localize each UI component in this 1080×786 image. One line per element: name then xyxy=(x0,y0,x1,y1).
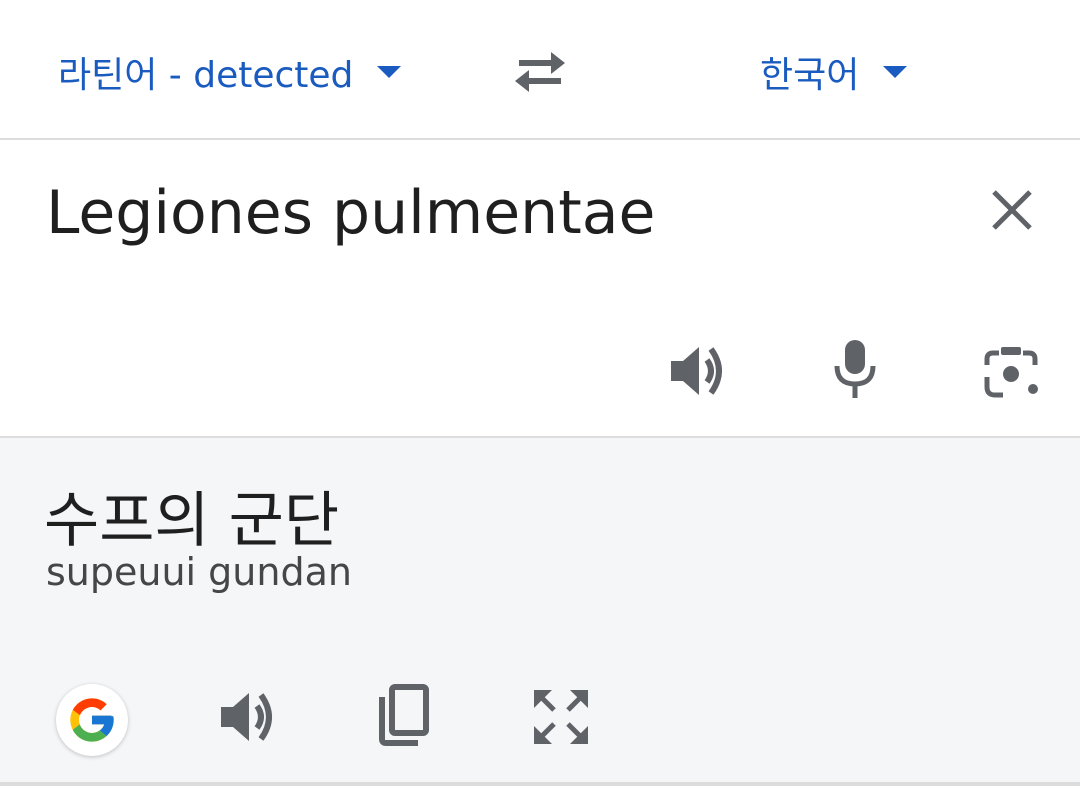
fullscreen-icon xyxy=(534,690,588,744)
language-bar: 라틴어 - detected 한국어 xyxy=(0,0,1080,138)
camera-icon xyxy=(984,347,1038,398)
google-search-button[interactable] xyxy=(56,684,128,756)
fullscreen-button[interactable] xyxy=(528,684,594,750)
translation-text: 수프의 군단 xyxy=(44,486,340,556)
source-text-input[interactable]: Legiones pulmentae xyxy=(46,178,655,248)
listen-translation-button[interactable] xyxy=(214,684,280,750)
listen-source-button[interactable] xyxy=(664,338,730,404)
caret-down-icon xyxy=(377,66,402,78)
close-icon xyxy=(992,190,1032,230)
target-language-label: 한국어 xyxy=(760,55,860,96)
source-language-selector[interactable]: 라틴어 - detected xyxy=(58,44,403,100)
google-logo-icon xyxy=(70,698,114,742)
voice-input-button[interactable] xyxy=(822,334,888,404)
camera-input-button[interactable] xyxy=(978,338,1044,404)
caret-down-icon xyxy=(883,66,908,78)
speaker-icon xyxy=(671,347,722,395)
target-language-selector[interactable]: 한국어 xyxy=(760,44,909,100)
source-language-label: 라틴어 - detected xyxy=(58,55,354,96)
swap-arrows-icon xyxy=(515,52,565,92)
swap-languages-button[interactable] xyxy=(508,44,572,100)
copy-translation-button[interactable] xyxy=(372,680,436,750)
romanization-text: supeuui gundan xyxy=(46,550,352,594)
clear-input-button[interactable] xyxy=(982,180,1042,240)
bottom-divider xyxy=(0,782,1080,786)
copy-icon xyxy=(379,684,429,746)
microphone-icon xyxy=(834,340,876,398)
speaker-icon xyxy=(221,693,272,741)
